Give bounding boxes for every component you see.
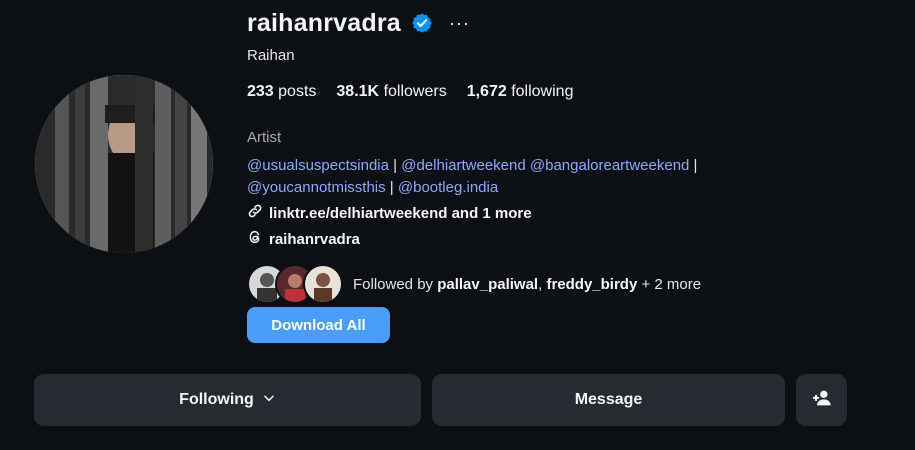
followers-label: followers [383, 83, 447, 100]
external-link-text[interactable]: linktr.ee/delhiartweekend and 1 more [269, 205, 532, 222]
mention-link[interactable]: @usualsuspectsindia [247, 157, 389, 174]
suggested-users-button[interactable] [796, 374, 847, 426]
profile-avatar[interactable] [35, 75, 213, 253]
bio-separator: | [393, 157, 398, 174]
profile-category: Artist [247, 129, 282, 146]
threads-handle[interactable]: raihanrvadra [269, 231, 360, 248]
followers-count: 38.1K [336, 83, 380, 100]
following-button[interactable]: Following [34, 374, 421, 426]
add-user-icon [811, 387, 833, 414]
posts-label: posts [278, 83, 317, 100]
profile-stats: 233 posts 38.1K followers 1,672 followin… [247, 83, 573, 101]
bio-separator: | [389, 179, 394, 196]
posts-count: 233 [247, 83, 274, 100]
posts-stat[interactable]: 233 posts [247, 83, 316, 101]
threads-link-row[interactable]: raihanrvadra [247, 229, 360, 249]
profile-bio: @usualsuspectsindia | @delhiartweekend @… [247, 155, 807, 199]
followed-by-row[interactable]: Followed by pallav_paliwal, freddy_birdy… [247, 264, 701, 304]
bio-separator: | [693, 157, 698, 174]
mention-link[interactable]: @youcannotmissthis [247, 179, 386, 196]
profile-full-name: Raihan [247, 47, 295, 64]
verified-badge-icon [411, 12, 433, 34]
mention-link[interactable]: @delhiartweekend [401, 157, 525, 174]
threads-icon [247, 229, 263, 249]
external-link-row[interactable]: linktr.ee/delhiartweekend and 1 more [247, 203, 532, 223]
download-all-button[interactable]: Download All [247, 307, 390, 343]
chevron-down-icon [262, 391, 276, 410]
followers-stat[interactable]: 38.1K followers [336, 83, 446, 101]
mutual-follower-avatar [303, 264, 343, 304]
username-row: raihanrvadra ··· [247, 8, 470, 38]
mention-link[interactable]: @bangaloreartweekend [530, 157, 690, 174]
following-count: 1,672 [466, 83, 507, 100]
more-options-icon[interactable]: ··· [449, 14, 470, 32]
followed-by-comma: , [538, 275, 543, 293]
following-stat[interactable]: 1,672 following [467, 83, 574, 101]
following-label: following [511, 83, 574, 100]
followed-by-prefix: Followed by [353, 275, 434, 293]
link-icon [247, 203, 263, 223]
following-button-label: Following [179, 391, 254, 408]
followed-by-text: Followed by pallav_paliwal, freddy_birdy… [353, 276, 701, 293]
followed-by-suffix: + 2 more [641, 275, 702, 293]
mutual-follower-name[interactable]: pallav_paliwal [437, 276, 538, 293]
profile-username: raihanrvadra [247, 8, 401, 37]
mention-link[interactable]: @bootleg.india [398, 179, 498, 196]
mutual-follower-name[interactable]: freddy_birdy [546, 276, 637, 293]
message-button[interactable]: Message [432, 374, 785, 426]
